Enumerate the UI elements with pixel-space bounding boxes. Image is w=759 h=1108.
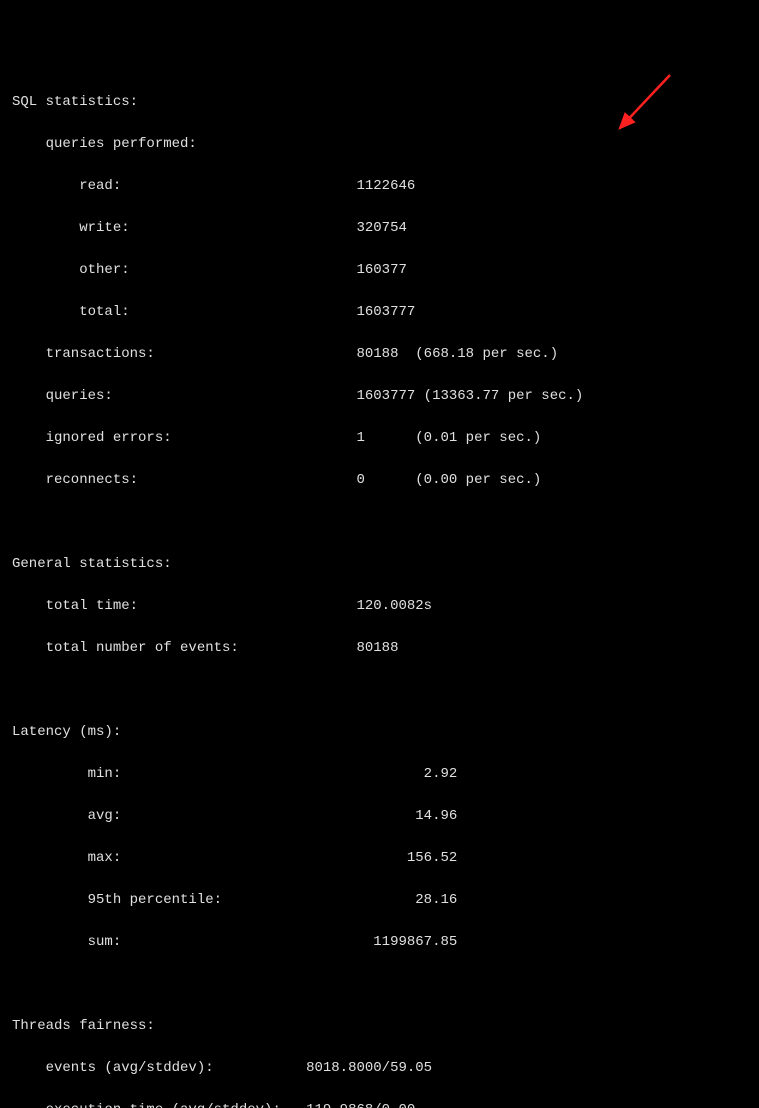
write-row: write: 320754: [12, 218, 747, 239]
total-label: total:: [12, 304, 356, 320]
latency-max-value: 156.52: [407, 850, 457, 866]
general-stats-header: General statistics:: [12, 554, 747, 575]
total-events-label: total number of events:: [12, 640, 356, 656]
latency-p95-label: 95th percentile:: [12, 892, 415, 908]
latency-p95-row: 95th percentile: 28.16: [12, 890, 747, 911]
read-row: read: 1122646: [12, 176, 747, 197]
blank-line: [12, 512, 747, 533]
latency-avg-value: 14.96: [415, 808, 457, 824]
write-value: 320754: [356, 220, 406, 236]
total-events-value: 80188: [356, 640, 398, 656]
latency-p95-value: 28.16: [415, 892, 457, 908]
total-time-value: 120.0082s: [356, 598, 432, 614]
threads-fairness-header: Threads fairness:: [12, 1016, 747, 1037]
queries-row: queries: 1603777 (13363.77 per sec.): [12, 386, 747, 407]
latency-avg-label: avg:: [12, 808, 415, 824]
read-value: 1122646: [356, 178, 415, 194]
write-label: write:: [12, 220, 356, 236]
total-time-label: total time:: [12, 598, 356, 614]
ignored-errors-row: ignored errors: 1 (0.01 per sec.): [12, 428, 747, 449]
other-row: other: 160377: [12, 260, 747, 281]
total-value: 1603777: [356, 304, 415, 320]
other-label: other:: [12, 262, 356, 278]
latency-avg-row: avg: 14.96: [12, 806, 747, 827]
latency-min-value: 2.92: [424, 766, 458, 782]
queries-performed-header: queries performed:: [12, 134, 747, 155]
reconnects-row: reconnects: 0 (0.00 per sec.): [12, 470, 747, 491]
latency-header: Latency (ms):: [12, 722, 747, 743]
ignored-errors-label: ignored errors:: [12, 430, 356, 446]
transactions-row: transactions: 80188 (668.18 per sec.): [12, 344, 747, 365]
latency-sum-label: sum:: [12, 934, 373, 950]
threads-events-label: events (avg/stddev):: [12, 1060, 306, 1076]
total-row: total: 1603777: [12, 302, 747, 323]
total-time-row: total time: 120.0082s: [12, 596, 747, 617]
sql-stats-header: SQL statistics:: [12, 92, 747, 113]
ignored-errors-value: 1 (0.01 per sec.): [356, 430, 541, 446]
threads-events-value: 8018.8000/59.05: [306, 1060, 432, 1076]
threads-exec-label: execution time (avg/stddev):: [12, 1102, 306, 1108]
blank-line: [12, 680, 747, 701]
reconnects-value: 0 (0.00 per sec.): [356, 472, 541, 488]
blank-line: [12, 974, 747, 995]
latency-min-row: min: 2.92: [12, 764, 747, 785]
latency-max-row: max: 156.52: [12, 848, 747, 869]
latency-min-label: min:: [12, 766, 424, 782]
threads-events-row: events (avg/stddev): 8018.8000/59.05: [12, 1058, 747, 1079]
transactions-label: transactions:: [12, 346, 356, 362]
reconnects-label: reconnects:: [12, 472, 356, 488]
latency-max-label: max:: [12, 850, 407, 866]
threads-exec-row: execution time (avg/stddev): 119.9868/0.…: [12, 1100, 747, 1108]
other-value: 160377: [356, 262, 406, 278]
threads-exec-value: 119.9868/0.00: [306, 1102, 415, 1108]
transactions-value: 80188 (668.18 per sec.): [356, 346, 558, 362]
queries-label: queries:: [12, 388, 356, 404]
read-label: read:: [12, 178, 356, 194]
total-events-row: total number of events: 80188: [12, 638, 747, 659]
queries-value: 1603777 (13363.77 per sec.): [356, 388, 583, 404]
latency-sum-row: sum: 1199867.85: [12, 932, 747, 953]
latency-sum-value: 1199867.85: [373, 934, 457, 950]
